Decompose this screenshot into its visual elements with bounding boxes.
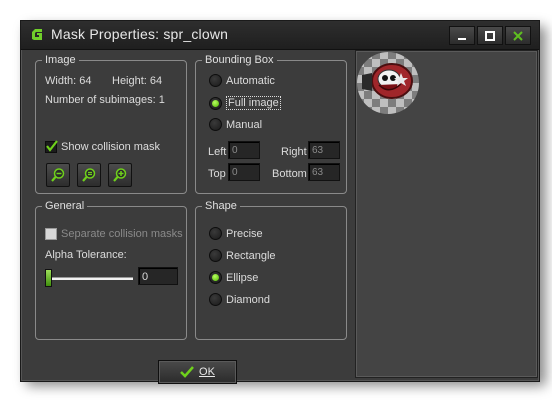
sprite-preview — [357, 52, 419, 114]
ok-button[interactable]: OK — [158, 360, 237, 384]
show-collision-mask-label: Show collision mask — [61, 141, 161, 153]
bbox-left-field[interactable]: 0 — [228, 141, 260, 159]
subimage-count: Number of subimages: 1 — [45, 94, 165, 106]
maximize-button[interactable] — [477, 26, 503, 45]
zoom-reset-button[interactable] — [77, 163, 101, 187]
alpha-value-field[interactable]: 0 — [138, 267, 178, 285]
close-icon — [513, 30, 523, 41]
bbox-bottom-field[interactable]: 63 — [308, 163, 340, 181]
bbox-right-field[interactable]: 63 — [308, 141, 340, 159]
alpha-slider-thumb[interactable] — [45, 269, 52, 287]
checkmark-icon — [180, 366, 194, 378]
bbox-automatic-label: Automatic — [226, 74, 275, 87]
zoom-out-button[interactable] — [46, 163, 70, 187]
shape-legend: Shape — [205, 200, 237, 212]
mask-preview-pane[interactable] — [355, 50, 538, 378]
image-height: Height: 64 — [112, 75, 163, 87]
image-width: Width: 64 — [45, 75, 92, 87]
general-legend: General — [45, 200, 85, 212]
zoom-out-icon — [51, 168, 65, 182]
bbox-bottom-label: Bottom — [272, 168, 307, 180]
bounding-box-legend: Bounding Box — [205, 54, 274, 66]
zoom-in-button[interactable] — [108, 163, 132, 187]
bbox-full-image-label: Full image — [226, 96, 281, 110]
bbox-top-label: Top — [208, 168, 226, 180]
shape-precise-label: Precise — [226, 227, 263, 240]
bbox-top-field[interactable]: 0 — [228, 163, 260, 181]
window-title: Mask Properties: spr_clown — [51, 26, 229, 42]
bbox-automatic-radio[interactable]: Automatic — [209, 74, 275, 87]
bbox-full-image-radio[interactable]: Full image — [209, 96, 281, 110]
zoom-in-icon — [113, 168, 127, 182]
ok-button-label: OK — [199, 366, 215, 378]
shape-precise-radio[interactable]: Precise — [209, 227, 263, 240]
bbox-right-label: Right — [281, 146, 307, 158]
alpha-tolerance-label: Alpha Tolerance: — [45, 249, 127, 261]
show-collision-mask-checkbox[interactable]: Show collision mask — [45, 140, 161, 153]
shape-diamond-label: Diamond — [226, 293, 271, 306]
gamemaker-logo-icon — [32, 29, 42, 40]
minimize-icon — [458, 37, 466, 40]
close-button[interactable] — [505, 26, 531, 45]
bbox-manual-label: Manual — [226, 118, 263, 131]
bbox-manual-radio[interactable]: Manual — [209, 118, 262, 131]
maximize-icon — [485, 30, 495, 41]
shape-group: Shape — [195, 200, 347, 340]
separate-masks-checkbox[interactable]: Separate collision masks — [45, 228, 183, 240]
minimize-button[interactable] — [449, 26, 475, 45]
zoom-reset-icon — [82, 168, 96, 182]
shape-ellipse-label: Ellipse — [226, 271, 259, 284]
shape-ellipse-radio[interactable]: Ellipse — [209, 271, 258, 284]
alpha-slider-track[interactable] — [47, 277, 133, 280]
checkmark-icon — [46, 140, 58, 152]
shape-rectangle-label: Rectangle — [226, 249, 276, 262]
title-bar[interactable]: Mask Properties: spr_clown — [21, 21, 539, 50]
separate-masks-label: Separate collision masks — [61, 228, 183, 240]
bbox-left-label: Left — [208, 146, 227, 158]
shape-rectangle-radio[interactable]: Rectangle — [209, 249, 276, 262]
mask-properties-window: Mask Properties: spr_clown Image Width: … — [20, 20, 540, 384]
image-group-legend: Image — [45, 54, 76, 66]
settings-pane: Image Width: 64 Height: 64 Number of sub… — [25, 50, 355, 384]
shape-diamond-radio[interactable]: Diamond — [209, 293, 270, 306]
